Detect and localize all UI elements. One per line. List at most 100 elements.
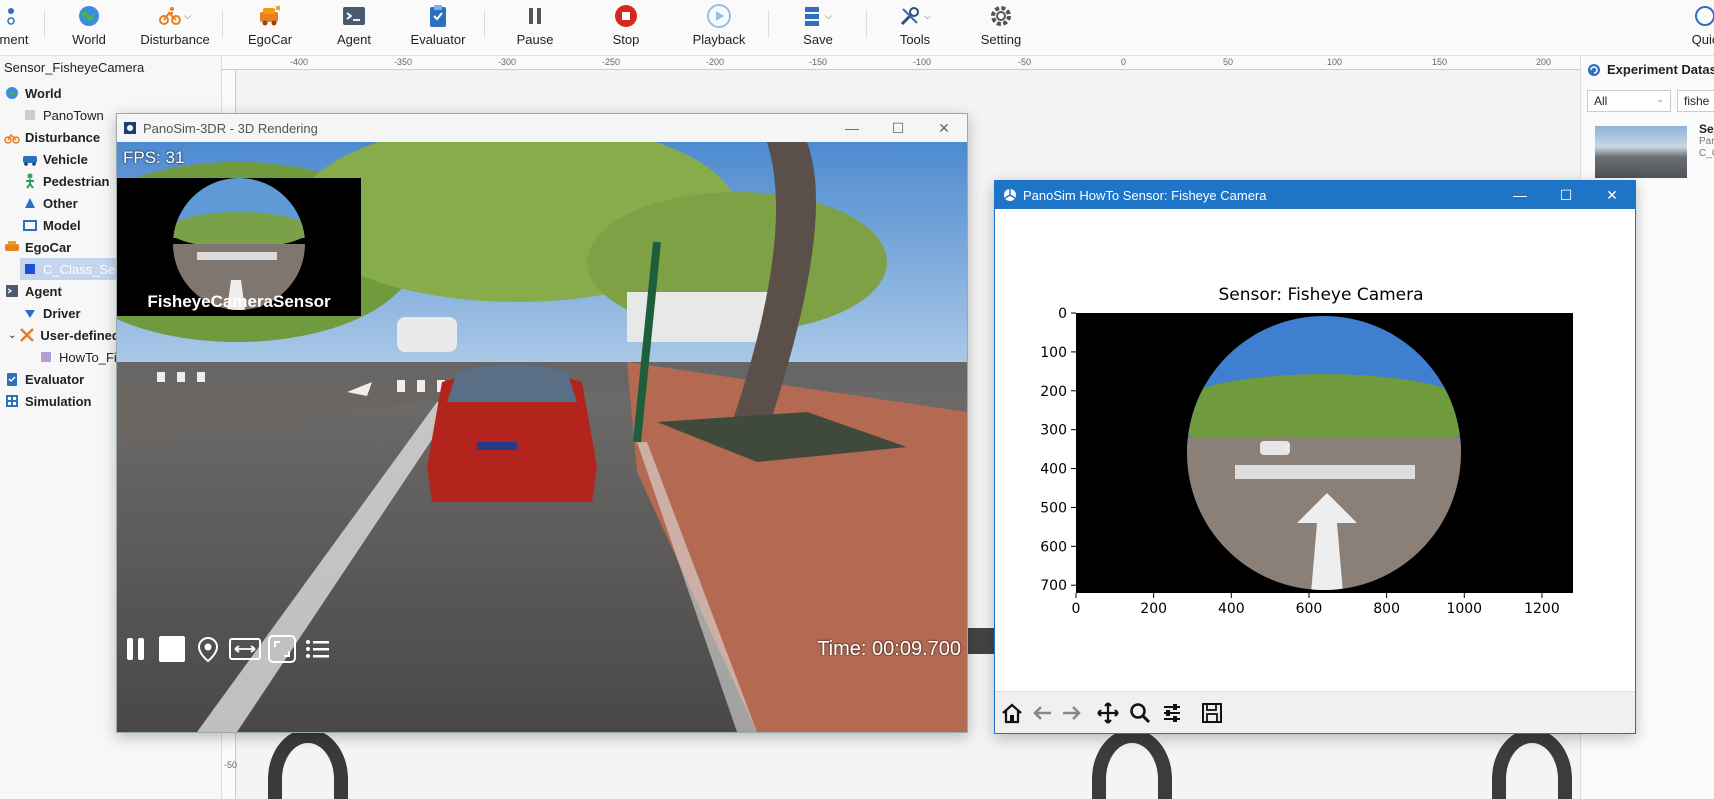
- stop-icon: [159, 636, 185, 662]
- locate-button[interactable]: [193, 634, 223, 664]
- ruler-tick: -100: [913, 57, 932, 67]
- x-tick-label: 0: [1072, 601, 1081, 617]
- ruler-tick: 200: [1536, 57, 1552, 67]
- back-button[interactable]: [1027, 697, 1057, 729]
- road-segment: [967, 628, 997, 654]
- tree-node-driver[interactable]: Driver: [22, 302, 81, 324]
- tree-node-simulation[interactable]: Simulation: [4, 390, 91, 412]
- tree-node-user-defined[interactable]: ⌄ User-defined: [8, 324, 120, 346]
- x-tick-label: 200: [1140, 601, 1167, 617]
- search-input[interactable]: fishe: [1677, 90, 1714, 112]
- switch-view-button[interactable]: [229, 634, 261, 664]
- plot-window-titlebar[interactable]: PanoSim HowTo Sensor: Fisheye Camera — ☐…: [995, 181, 1635, 209]
- fisheye-plot-window: PanoSim HowTo Sensor: Fisheye Camera — ☐…: [994, 180, 1636, 734]
- chevron-down-icon: ⌵: [924, 10, 931, 21]
- minimize-button[interactable]: —: [1497, 181, 1543, 209]
- gear-icon: [991, 6, 1011, 26]
- fisheye-preview: FisheyeCameraSensor: [117, 178, 361, 316]
- ego-car: [427, 364, 597, 502]
- configure-subplots-button[interactable]: [1157, 697, 1187, 729]
- forward-button[interactable]: [1057, 697, 1087, 729]
- chevron-down-icon: ⌄: [1656, 94, 1664, 104]
- tools-icon: [901, 7, 920, 26]
- ruler-tick: -400: [290, 57, 309, 67]
- refresh-icon[interactable]: [1587, 63, 1601, 77]
- ruler-tick: -250: [602, 57, 621, 67]
- tree-node-howto-fisheye[interactable]: HowTo_Fis: [38, 346, 123, 368]
- tools-button[interactable]: ⌵ Tools: [892, 0, 938, 56]
- arrow-right-icon: [1063, 706, 1081, 720]
- main-toolbar: ment World ⌵ Disturbance EgoCar Agent Ev…: [0, 0, 1714, 56]
- tree-title: Sensor_FisheyeCamera: [4, 60, 145, 75]
- other-icon: [22, 195, 38, 211]
- tree-node-egocar[interactable]: EgoCar: [4, 236, 71, 258]
- pause-button[interactable]: Pause: [516, 0, 554, 56]
- chevron-down-icon: ⌵: [825, 10, 832, 21]
- setting-button[interactable]: Setting: [978, 0, 1024, 56]
- driver-icon: [22, 305, 38, 321]
- save-button[interactable]: ⌵ Save: [798, 0, 838, 56]
- tree-node-pedestrian[interactable]: Pedestrian: [22, 170, 109, 192]
- vehicle-icon: [22, 151, 38, 167]
- disturbance-button[interactable]: ⌵ Disturbance: [138, 0, 212, 56]
- ruler-tick: -50: [1018, 57, 1032, 67]
- pan-button[interactable]: [1093, 697, 1123, 729]
- x-tick-label: 800: [1373, 601, 1400, 617]
- home-button[interactable]: [997, 697, 1027, 729]
- stop-button[interactable]: [157, 634, 187, 664]
- car-icon: [4, 239, 20, 255]
- y-tick-label: 700: [1040, 578, 1067, 594]
- plot-window-title: PanoSim HowTo Sensor: Fisheye Camera: [1023, 187, 1267, 203]
- quick-button[interactable]: Quic: [1690, 0, 1714, 56]
- user-defined-icon: [19, 327, 35, 343]
- road-segment: [1092, 729, 1172, 799]
- x-tick-label: 1200: [1524, 601, 1560, 617]
- chevron-down-icon[interactable]: ⌄: [8, 330, 16, 341]
- close-button[interactable]: ✕: [921, 114, 967, 142]
- chevron-down-icon: ⌵: [184, 10, 191, 21]
- experiment-button[interactable]: ment: [0, 0, 34, 56]
- plot-title: Sensor: Fisheye Camera: [1218, 285, 1423, 305]
- terminal-icon: [4, 283, 20, 299]
- zoom-button[interactable]: [1125, 697, 1155, 729]
- stop-button[interactable]: Stop: [608, 0, 644, 56]
- evaluator-button[interactable]: Evaluator: [408, 0, 468, 56]
- move-icon: [1097, 702, 1119, 724]
- x-tick-label: 400: [1218, 601, 1245, 617]
- swap-icon: [229, 638, 261, 660]
- ruler-tick: -150: [809, 57, 828, 67]
- road-segment: [1492, 729, 1572, 799]
- tree-node-vehicle[interactable]: Vehicle: [22, 148, 88, 170]
- close-button[interactable]: ✕: [1589, 181, 1635, 209]
- tree-node-disturbance[interactable]: Disturbance: [4, 126, 100, 148]
- agent-button[interactable]: Agent: [334, 0, 374, 56]
- tree-node-evaluator[interactable]: Evaluator: [4, 368, 84, 390]
- egocar-button[interactable]: EgoCar: [248, 0, 292, 56]
- terminal-icon: [343, 7, 365, 25]
- simulation-icon: [4, 393, 20, 409]
- minimize-button[interactable]: —: [829, 114, 875, 142]
- playback-button[interactable]: Playback: [690, 0, 748, 56]
- render-window-titlebar[interactable]: PanoSim-3DR - 3D Rendering — ☐ ✕: [117, 114, 967, 142]
- model-icon: [22, 217, 38, 233]
- plugin-icon: [38, 349, 54, 365]
- fullscreen-button[interactable]: [267, 634, 297, 664]
- tree-node-world[interactable]: World: [4, 82, 62, 104]
- tree-node-other[interactable]: Other: [22, 192, 78, 214]
- tree-node-model[interactable]: Model: [22, 214, 81, 236]
- maximize-button[interactable]: ☐: [1543, 181, 1589, 209]
- list-icon: [306, 640, 329, 658]
- experiment-thumbnail[interactable]: [1595, 126, 1687, 178]
- ruler-tick: -350: [394, 57, 413, 67]
- world-button[interactable]: World: [66, 0, 112, 56]
- save-figure-button[interactable]: [1197, 697, 1227, 729]
- tree-node-panotown[interactable]: PanoTown: [22, 104, 104, 126]
- 3d-scene-view[interactable]: FPS: 31 FisheyeCameraSensor Time: 00:09.…: [117, 142, 967, 732]
- tree-node-agent[interactable]: Agent: [4, 280, 62, 302]
- filter-select[interactable]: All ⌄: [1587, 90, 1671, 112]
- maximize-button[interactable]: ☐: [875, 114, 921, 142]
- menu-button[interactable]: [303, 634, 333, 664]
- pause-button[interactable]: [121, 634, 151, 664]
- plot-toolbar: [995, 691, 1635, 733]
- ruler-tick: -200: [706, 57, 725, 67]
